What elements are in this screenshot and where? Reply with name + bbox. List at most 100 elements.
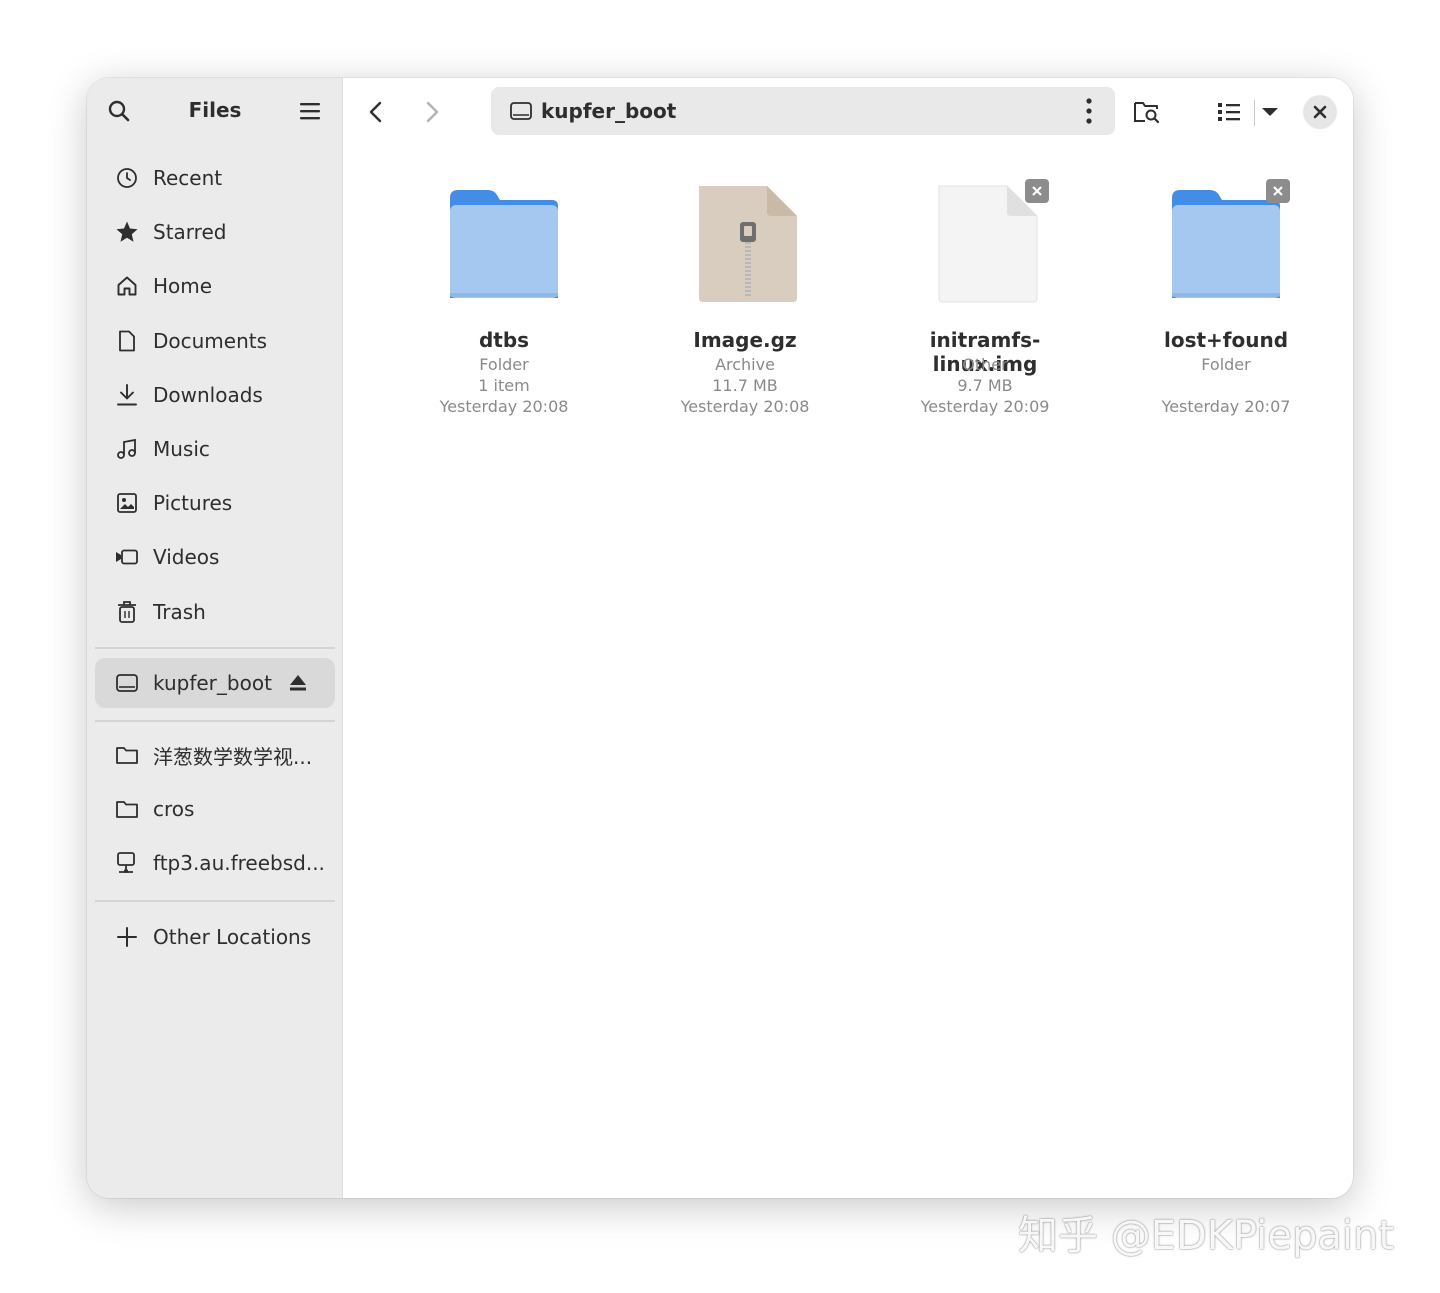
music-icon — [115, 437, 139, 461]
sidebar-item-label: Other Locations — [153, 925, 312, 949]
sidebar-item-label: Downloads — [153, 382, 263, 407]
main-menu-button[interactable] — [294, 95, 326, 127]
sidebar-item-pictures[interactable]: Pictures — [95, 478, 335, 528]
file-detail — [1126, 375, 1326, 396]
sidebar-item-label: cros — [153, 797, 195, 822]
video-icon — [115, 545, 139, 569]
sidebar-item-label: Recent — [153, 166, 223, 190]
file-item-image-gz[interactable]: Image.gz Archive 11.7 MB Yesterday 20:08 — [645, 178, 845, 417]
sidebar-item-label: Pictures — [153, 491, 233, 516]
sidebar-separator — [95, 647, 335, 649]
file-item-lost-found[interactable]: lost+found Folder Yesterday 20:07 — [1126, 178, 1326, 417]
sidebar-item-videos[interactable]: Videos — [95, 532, 335, 582]
sidebar-item-label: Starred — [153, 220, 227, 245]
file-detail: 1 item — [478, 376, 530, 395]
file-icon — [885, 178, 1085, 328]
file-item-initramfs[interactable]: initramfs-linux.img Other 9.7 MB Yesterd… — [885, 178, 1085, 417]
devices-list: kupfer_boot — [95, 658, 335, 712]
back-button[interactable] — [359, 95, 393, 129]
sidebar-item-documents[interactable]: Documents — [95, 316, 335, 366]
close-button[interactable] — [1303, 95, 1337, 129]
list-view-icon — [1218, 103, 1240, 121]
download-icon — [115, 383, 139, 407]
sidebar-item-other-locations[interactable]: Other Locations — [95, 912, 335, 962]
sidebar-item-bookmark-1[interactable]: 洋葱数学数学视... — [95, 730, 335, 780]
network-icon — [115, 851, 139, 875]
eject-icon — [290, 675, 306, 691]
sidebar-item-recent[interactable]: Recent — [95, 153, 335, 203]
places-list: Recent Starred Home Documents Downloads … — [95, 153, 335, 641]
other-locations-list: Other Locations — [95, 912, 335, 966]
chevron-left-icon — [369, 101, 382, 123]
watermark: 知乎 @EDKPiepaint — [1018, 1213, 1395, 1259]
sidebar-item-kupfer-boot[interactable]: kupfer_boot — [95, 658, 335, 708]
chevron-right-icon — [426, 101, 439, 123]
file-modified: Yesterday 20:08 — [680, 397, 810, 416]
sidebar-item-label: Home — [153, 274, 213, 299]
sidebar-item-label: kupfer_boot — [153, 671, 272, 695]
sidebar-item-label: ftp3.au.freebsd... — [153, 851, 325, 876]
x-badge-icon — [1025, 179, 1049, 203]
file-type: Other — [962, 355, 1008, 374]
sidebar-header: Files — [87, 78, 343, 144]
drive-icon — [115, 671, 139, 695]
x-badge-icon — [1266, 179, 1290, 203]
file-detail: 9.7 MB — [957, 376, 1013, 395]
file-detail: 11.7 MB — [712, 376, 778, 395]
sidebar-separator — [95, 900, 335, 902]
sidebar-item-home[interactable]: Home — [95, 261, 335, 311]
list-view-button[interactable] — [1212, 95, 1246, 129]
sidebar-item-starred[interactable]: Starred — [95, 207, 335, 257]
sidebar-item-cros[interactable]: cros — [95, 784, 335, 834]
file-modified: Yesterday 20:09 — [920, 397, 1050, 416]
trash-icon — [115, 600, 139, 624]
file-name: Image.gz — [693, 328, 797, 352]
file-modified: Yesterday 20:07 — [1161, 397, 1291, 416]
sidebar-item-label: Trash — [153, 599, 206, 624]
eject-button[interactable] — [283, 668, 313, 698]
document-icon — [115, 329, 139, 353]
hamburger-icon — [300, 103, 320, 120]
sidebar-item-label: Videos — [153, 545, 220, 570]
clock-icon — [115, 166, 139, 190]
path-menu-button[interactable] — [1071, 93, 1107, 129]
home-icon — [115, 274, 139, 298]
files-window: Files Recent Starred Home Documents Down… — [87, 78, 1353, 1198]
search-folder-button[interactable] — [1130, 95, 1164, 129]
star-icon — [115, 220, 139, 244]
chevron-down-icon — [1262, 108, 1278, 116]
file-name: lost+found — [1163, 328, 1289, 352]
file-item-dtbs[interactable]: dtbs Folder 1 item Yesterday 20:08 — [404, 178, 604, 417]
view-options-button[interactable] — [1253, 95, 1287, 129]
picture-icon — [115, 491, 139, 515]
sidebar-item-trash[interactable]: Trash — [95, 587, 335, 637]
app-title: Files — [188, 98, 242, 122]
file-type: Folder — [1201, 355, 1251, 374]
folder-icon — [404, 178, 604, 328]
sidebar-item-music[interactable]: Music — [95, 424, 335, 474]
bookmarks-list: 洋葱数学数学视... cros ftp3.au.freebsd... — [95, 730, 335, 893]
folder-search-icon — [1134, 102, 1160, 124]
file-type: Archive — [715, 355, 775, 374]
sidebar-item-label: 洋葱数学数学视... — [153, 744, 313, 769]
close-icon — [1313, 105, 1327, 119]
sidebar-separator — [95, 720, 335, 722]
file-modified: Yesterday 20:08 — [439, 397, 569, 416]
search-icon — [108, 100, 130, 122]
sidebar-item-ftp[interactable]: ftp3.au.freebsd... — [95, 838, 335, 888]
sidebar-item-label: Documents — [153, 328, 268, 353]
vertical-dots-icon — [1086, 98, 1092, 124]
sidebar-item-label: Music — [153, 436, 210, 461]
path-bar[interactable]: kupfer_boot — [491, 87, 1115, 135]
file-name: initramfs-linux.img — [929, 328, 1041, 376]
folder-icon — [1126, 178, 1326, 328]
drive-icon — [509, 99, 533, 123]
file-name: dtbs — [478, 328, 530, 352]
folder-icon — [115, 743, 139, 767]
plus-icon — [115, 925, 139, 949]
search-button[interactable] — [103, 95, 135, 127]
forward-button[interactable] — [415, 95, 449, 129]
sidebar: Files Recent Starred Home Documents Down… — [87, 78, 343, 1198]
file-type: Folder — [479, 355, 529, 374]
sidebar-item-downloads[interactable]: Downloads — [95, 370, 335, 420]
